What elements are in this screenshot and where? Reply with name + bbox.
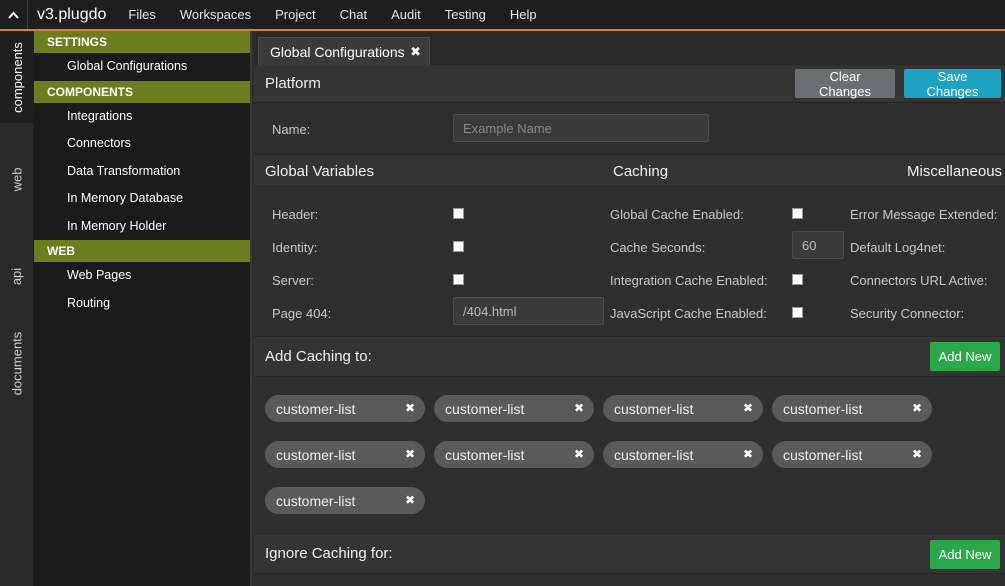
sidebar-item-in-memory-database[interactable]: In Memory Database	[34, 185, 250, 213]
sidebar-item-web-pages[interactable]: Web Pages	[34, 262, 250, 290]
vtab-components[interactable]: components	[0, 31, 34, 123]
page404-label: Page 404:	[272, 306, 332, 321]
default-log-label: Default Log4net:	[850, 240, 946, 255]
remove-chip-icon[interactable]: ✖	[574, 401, 584, 415]
remove-chip-icon[interactable]: ✖	[405, 447, 415, 461]
identity-checkbox[interactable]	[453, 241, 464, 252]
platform-title: Platform	[265, 75, 321, 92]
integration-cache-checkbox[interactable]	[792, 274, 803, 285]
vtab-api[interactable]: api	[0, 236, 34, 316]
server-label: Server:	[272, 273, 314, 288]
chip-customer-list: customer-list ✖	[265, 487, 425, 514]
settings-columns-header: Global Variables Caching Miscellaneous	[254, 155, 1005, 187]
cache-seconds-input[interactable]: 60	[792, 231, 844, 259]
identity-label: Identity:	[272, 240, 318, 255]
integration-cache-label: Integration Cache Enabled:	[610, 273, 768, 288]
vtab-web[interactable]: web	[0, 139, 34, 219]
caching-heading: Caching	[613, 163, 669, 180]
sidebar-header-web: WEB	[34, 240, 250, 262]
chip-customer-list: customer-list ✖	[603, 395, 763, 422]
collapse-button[interactable]	[0, 0, 28, 29]
platform-section-header: Platform Clear Changes Save Changes	[254, 65, 1005, 103]
brand-title: v3.plugdo	[37, 5, 107, 23]
settings-grid: Header: Identity: Server: Page 404: /404…	[254, 187, 1005, 337]
cache-seconds-label: Cache Seconds:	[610, 240, 706, 255]
error-message-label: Error Message Extended:	[850, 207, 998, 222]
tab-bar: Global Configurations ✖	[254, 31, 1005, 65]
security-connector-label: Security Connector:	[850, 306, 965, 321]
main-panel: Global Configurations ✖ Platform Clear C…	[254, 31, 1005, 586]
remove-chip-icon[interactable]: ✖	[912, 447, 922, 461]
sidebar-item-in-memory-holder[interactable]: In Memory Holder	[34, 213, 250, 241]
remove-chip-icon[interactable]: ✖	[405, 493, 415, 507]
menu-audit[interactable]: Audit	[379, 0, 433, 29]
remove-chip-icon[interactable]: ✖	[574, 447, 584, 461]
add-caching-header: Add Caching to: Add New	[254, 337, 1005, 377]
header-label: Header:	[272, 207, 319, 222]
ignore-caching-header: Ignore Caching for: Add New	[254, 534, 1005, 574]
close-icon[interactable]: ✖	[410, 44, 421, 60]
top-menu-bar: v3.plugdo Files Workspaces Project Chat …	[0, 0, 1005, 31]
menu-help[interactable]: Help	[498, 0, 549, 29]
miscellaneous-heading: Miscellaneous	[907, 163, 1003, 180]
save-changes-button[interactable]: Save Changes	[904, 69, 1001, 99]
vertical-tab-bar: components web api documents	[0, 31, 34, 586]
remove-chip-icon[interactable]: ✖	[743, 401, 753, 415]
name-row: Name: Example Name	[254, 103, 1005, 155]
chip-customer-list: customer-list ✖	[265, 395, 425, 422]
caching-chip-list: customer-list ✖ customer-list ✖ customer-l…	[254, 377, 1005, 534]
chevron-up-icon	[8, 11, 19, 19]
menu-workspaces[interactable]: Workspaces	[168, 0, 263, 29]
chip-customer-list: customer-list ✖	[434, 395, 594, 422]
remove-chip-icon[interactable]: ✖	[743, 447, 753, 461]
sidebar-item-connectors[interactable]: Connectors	[34, 130, 250, 158]
chip-customer-list: customer-list ✖	[434, 441, 594, 468]
sidebar-item-integrations[interactable]: Integrations	[34, 103, 250, 131]
add-caching-button[interactable]: Add New	[930, 342, 1000, 371]
header-checkbox[interactable]	[453, 208, 464, 219]
sidebar-item-data-transformation[interactable]: Data Transformation	[34, 158, 250, 186]
menu-files[interactable]: Files	[116, 0, 167, 29]
menu-testing[interactable]: Testing	[433, 0, 498, 29]
menu-chat[interactable]: Chat	[328, 0, 379, 29]
chip-customer-list: customer-list ✖	[603, 441, 763, 468]
chip-customer-list: customer-list ✖	[265, 441, 425, 468]
name-input[interactable]: Example Name	[453, 114, 709, 142]
sidebar-item-global-configurations[interactable]: Global Configurations	[34, 53, 250, 81]
clear-changes-button[interactable]: Clear Changes	[795, 69, 895, 99]
global-variables-heading: Global Variables	[265, 163, 374, 180]
remove-chip-icon[interactable]: ✖	[912, 401, 922, 415]
sidebar-header-settings: SETTINGS	[34, 31, 250, 53]
vtab-documents[interactable]: documents	[0, 319, 34, 407]
tab-global-configurations[interactable]: Global Configurations ✖	[258, 37, 430, 65]
menu-project[interactable]: Project	[263, 0, 327, 29]
connectors-url-label: Connectors URL Active:	[850, 273, 988, 288]
js-cache-checkbox[interactable]	[792, 307, 803, 318]
sidebar-item-routing[interactable]: Routing	[34, 290, 250, 318]
add-caching-title: Add Caching to:	[265, 348, 372, 365]
chip-customer-list: customer-list ✖	[772, 395, 932, 422]
sidebar-header-components: COMPONENTS	[34, 80, 250, 103]
global-cache-label: Global Cache Enabled:	[610, 207, 744, 222]
server-checkbox[interactable]	[453, 274, 464, 285]
name-label: Name:	[272, 122, 311, 137]
page404-input[interactable]: /404.html	[453, 297, 604, 325]
chip-customer-list: customer-list ✖	[772, 441, 932, 468]
ignore-caching-add-button[interactable]: Add New	[930, 540, 1000, 569]
js-cache-label: JavaScript Cache Enabled:	[610, 306, 767, 321]
tab-label: Global Configurations	[270, 43, 405, 60]
global-cache-checkbox[interactable]	[792, 208, 803, 219]
ignore-caching-title: Ignore Caching for:	[265, 545, 393, 562]
sidebar: SETTINGS Global Configurations COMPONENT…	[34, 31, 252, 586]
remove-chip-icon[interactable]: ✖	[405, 401, 415, 415]
